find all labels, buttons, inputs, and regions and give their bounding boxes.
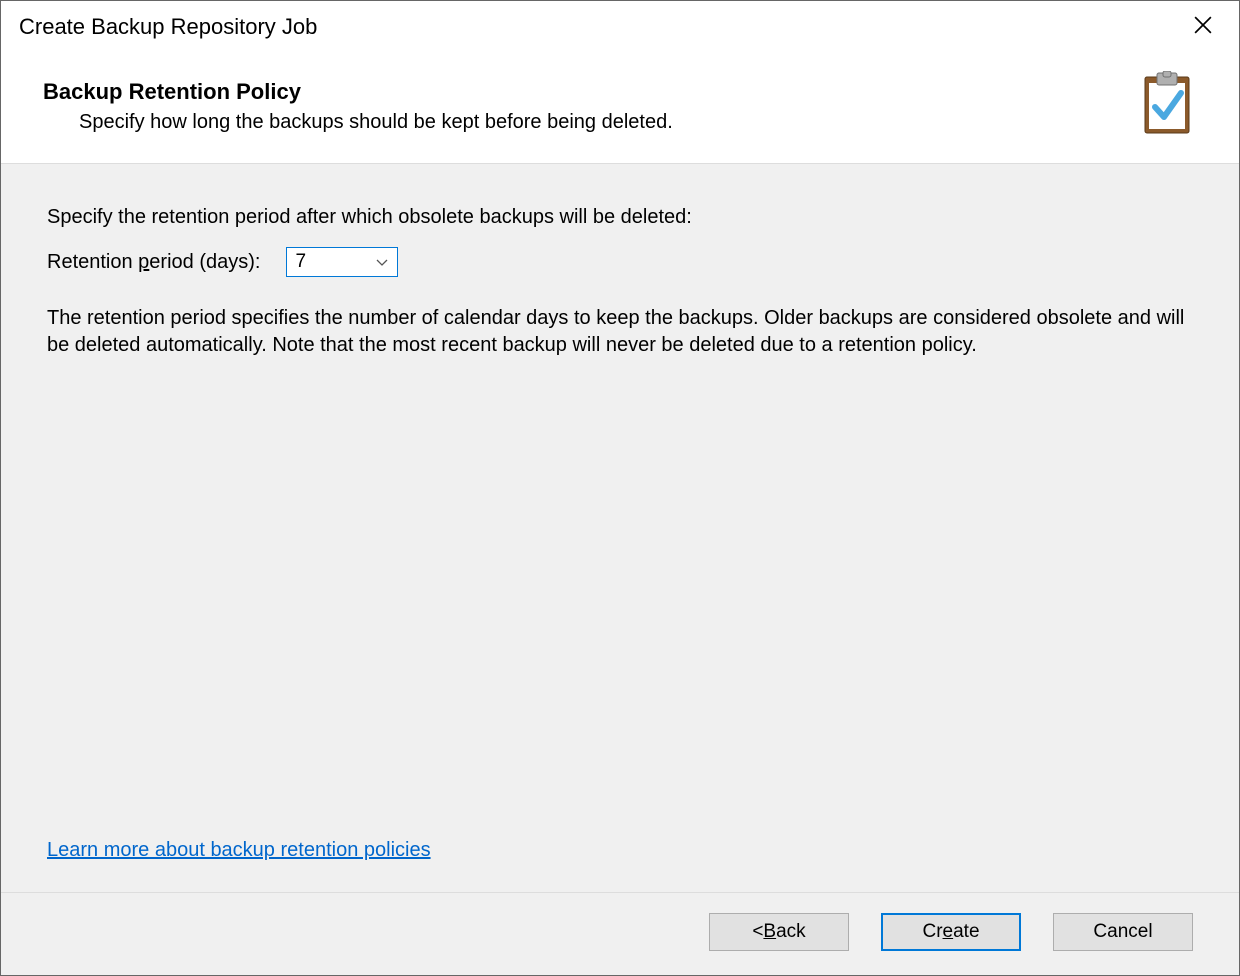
titlebar: Create Backup Repository Job <box>1 1 1239 49</box>
close-button[interactable] <box>1181 9 1225 45</box>
retention-label: Retention period (days): <box>47 251 260 274</box>
back-button[interactable]: < Back <box>709 913 849 951</box>
window-title: Create Backup Repository Job <box>19 14 317 40</box>
page-subtitle: Specify how long the backups should be k… <box>43 111 1135 134</box>
wizard-footer: < Back Create Cancel <box>1 892 1239 975</box>
wizard-dialog: Create Backup Repository Job Backup Rete… <box>0 0 1240 976</box>
create-button[interactable]: Create <box>881 913 1021 951</box>
page-title: Backup Retention Policy <box>43 79 1135 105</box>
wizard-header: Backup Retention Policy Specify how long… <box>1 49 1239 164</box>
learn-more-link[interactable]: Learn more about backup retention polici… <box>47 839 431 862</box>
intro-text: Specify the retention period after which… <box>47 206 1193 229</box>
explanation-text: The retention period specifies the numbe… <box>47 305 1193 359</box>
cancel-button[interactable]: Cancel <box>1053 913 1193 951</box>
retention-field-row: Retention period (days): 7 <box>47 247 1193 277</box>
close-icon <box>1194 16 1212 39</box>
clipboard-check-icon <box>1135 71 1199 135</box>
header-text: Backup Retention Policy Specify how long… <box>43 79 1135 135</box>
retention-value: 7 <box>295 251 375 273</box>
wizard-content: Specify the retention period after which… <box>1 164 1239 892</box>
chevron-down-icon <box>375 255 389 269</box>
retention-period-combobox[interactable]: 7 <box>286 247 398 277</box>
